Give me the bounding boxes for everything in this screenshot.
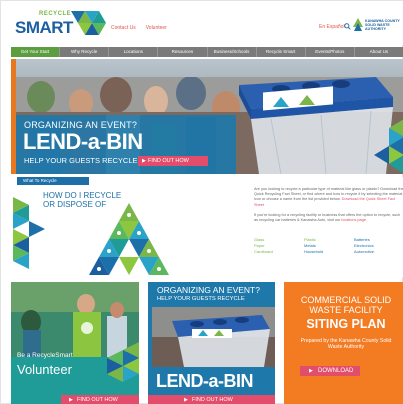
hero-accent-bar xyxy=(11,59,16,174)
recycle-heading-line1: HOW DO I RECYCLE xyxy=(43,191,122,200)
hero-subtitle: HELP YOUR GUESTS RECYCLE xyxy=(24,156,138,165)
play-arrow-icon: ▶ xyxy=(142,158,146,164)
nav-item-about-us[interactable]: About Us xyxy=(355,47,403,57)
nav-item-why-recycle[interactable]: Why Recycle xyxy=(60,47,110,57)
hero-find-out-button[interactable]: ▶ FIND OUT HOW xyxy=(138,156,208,166)
volunteer-small-text: Be a RecycleSmart xyxy=(17,352,73,359)
nav-item-locations[interactable]: Locations xyxy=(109,47,159,57)
recycle-intro-text: Are you looking to recycle a particular … xyxy=(254,187,403,208)
siting-title: SITING PLAN xyxy=(306,317,386,331)
lend-help-text: HELP YOUR GUESTS RECYCLE xyxy=(157,296,245,302)
nav-item-events-photos[interactable]: Events/Photos xyxy=(306,47,355,57)
material-category-metals[interactable]: Metals xyxy=(304,243,354,248)
siting-description: Prepared by the Kanawha County Solid Was… xyxy=(300,338,392,351)
kanawha-seal-icon xyxy=(353,18,363,31)
hero-text-panel: ORGANIZING AN EVENT? LEND-a-BIN HELP YOU… xyxy=(16,115,236,174)
what-to-recycle-section: What To Recycle HOW DO I RECYCLE OR DISP… xyxy=(11,177,403,277)
language-link[interactable]: En Español xyxy=(319,24,345,30)
material-category-glass[interactable]: Glass xyxy=(254,237,304,242)
siting-plan-card[interactable]: COMMERCIAL SOLID WASTE FACILITY SITING P… xyxy=(284,282,403,404)
partner-name: KANAWHA COUNTY SOLID WASTE AUTHORITY xyxy=(365,19,400,31)
material-category-batteries[interactable]: Batteries xyxy=(354,237,403,242)
lend-bin-photo xyxy=(152,307,275,367)
lend-find-out-button[interactable]: ▶ FIND OUT HOW xyxy=(148,395,275,404)
nav-item-recycle-smart[interactable]: Recycle Smart xyxy=(257,47,306,57)
logo-top-text: RECYCLE xyxy=(39,11,72,17)
recycle-facility-body: If you're looking for a recycling facili… xyxy=(254,213,401,223)
lend-find-out-label: FIND OUT HOW xyxy=(192,397,233,403)
lend-title: LEND-a-BIN xyxy=(156,371,254,391)
volunteer-find-out-button[interactable]: ▶ FIND OUT HOW xyxy=(61,395,139,404)
material-category-plastic[interactable]: Plastic xyxy=(304,237,354,242)
material-category-paper[interactable]: Paper xyxy=(254,243,304,248)
material-category-automotive[interactable]: Automotive xyxy=(354,249,403,254)
volunteer-link[interactable]: Volunteer xyxy=(146,25,167,31)
material-pyramid-icon[interactable] xyxy=(83,203,175,277)
download-button[interactable]: ▶ DOWNLOAD xyxy=(300,366,360,376)
hero-banner[interactable]: ORGANIZING AN EVENT? LEND-a-BIN HELP YOU… xyxy=(11,59,403,174)
material-category-cardboard[interactable]: Cardboard xyxy=(254,249,304,254)
decorative-triangles-icon xyxy=(374,119,403,174)
lend-organize-text: ORGANIZING AN EVENT? xyxy=(157,285,260,295)
site-header: RECYCLE SMART Contact Us Volunteer En Es… xyxy=(1,1,403,45)
volunteer-card[interactable]: Be a RecycleSmart Volunteer ▶ FIND OUT H… xyxy=(11,282,139,404)
nav-item-get-started[interactable]: Get Your Start xyxy=(11,47,61,57)
play-arrow-icon: ▶ xyxy=(69,397,73,403)
hero-find-out-label: FIND OUT HOW xyxy=(148,158,189,164)
nav-item-business-schools[interactable]: Business/Schools xyxy=(208,47,257,57)
siting-top-text: COMMERCIAL SOLID WASTE FACILITY xyxy=(300,295,392,315)
lend-a-bin-card[interactable]: ORGANIZING AN EVENT? HELP YOUR GUESTS RE… xyxy=(148,282,275,404)
nav-item-resources[interactable]: Resources xyxy=(158,47,208,57)
play-arrow-icon: ▶ xyxy=(184,397,188,403)
volunteer-title: Volunteer xyxy=(17,362,72,377)
logo-triangles-icon xyxy=(71,11,106,35)
header-links: Contact Us Volunteer xyxy=(111,25,167,31)
volunteer-find-out-label: FIND OUT HOW xyxy=(77,397,118,403)
material-category-electronics[interactable]: Electronics xyxy=(354,243,403,248)
download-label: DOWNLOAD xyxy=(318,368,354,374)
what-to-recycle-tab[interactable]: What To Recycle xyxy=(17,177,89,185)
recyclesmart-logo[interactable]: RECYCLE SMART xyxy=(15,11,106,41)
logo-main-text: SMART xyxy=(15,18,73,37)
hero-title: LEND-a-BIN xyxy=(23,129,143,154)
locations-page-link[interactable]: locations page. xyxy=(341,218,367,222)
recycle-facility-text: If you're looking for a recycling facili… xyxy=(254,213,403,223)
recycling-bin-image xyxy=(239,77,393,174)
play-arrow-icon: ▶ xyxy=(309,368,313,374)
volunteer-triangles-icon xyxy=(107,342,139,392)
material-category-household[interactable]: Household xyxy=(304,249,354,254)
web-page: RECYCLE SMART Contact Us Volunteer En Es… xyxy=(0,0,403,404)
search-icon[interactable] xyxy=(344,23,351,30)
contact-us-link[interactable]: Contact Us xyxy=(111,25,136,31)
main-nav: Get Your Start Why Recycle Locations Res… xyxy=(11,47,403,57)
material-category-list: Glass Plastic Batteries Paper Metals Electron… xyxy=(254,237,403,254)
